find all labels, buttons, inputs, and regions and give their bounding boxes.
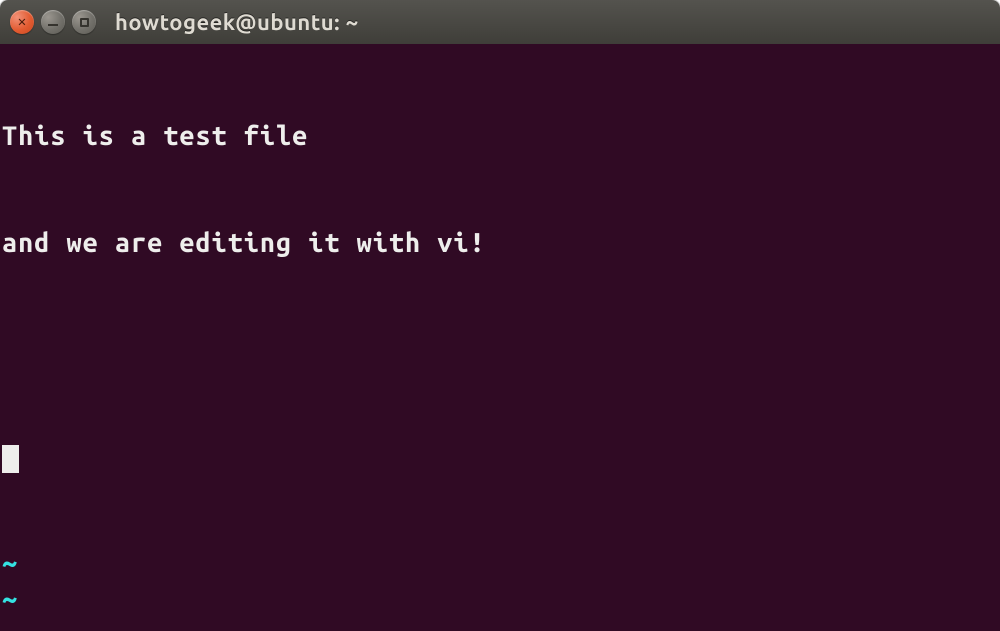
- editor-content: This is a test file and we are editing i…: [2, 48, 998, 631]
- empty-line-tilde: ~: [2, 582, 998, 618]
- terminal-window: ✕ howtogeek@ubuntu: ~ This is a test fil…: [0, 0, 1000, 631]
- minimize-button[interactable]: [41, 10, 65, 34]
- blank-line: [2, 333, 998, 368]
- empty-line-tilde: ~: [2, 617, 998, 631]
- terminal-body[interactable]: This is a test file and we are editing i…: [0, 44, 1000, 631]
- content-line: and we are editing it with vi!: [2, 226, 998, 262]
- window-title: howtogeek@ubuntu: ~: [115, 10, 359, 35]
- maximize-icon: [80, 18, 89, 27]
- minimize-icon: [48, 24, 58, 27]
- maximize-button[interactable]: [72, 10, 96, 34]
- content-line: This is a test file: [2, 119, 998, 155]
- empty-line-tilde: ~: [2, 546, 998, 582]
- window-titlebar: ✕ howtogeek@ubuntu: ~: [0, 0, 1000, 44]
- cursor-block: [2, 445, 19, 473]
- close-button[interactable]: ✕: [10, 10, 34, 34]
- cursor-line: [2, 439, 998, 475]
- close-icon: ✕: [18, 14, 26, 28]
